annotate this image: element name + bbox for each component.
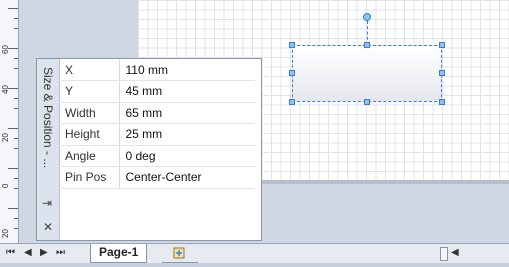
property-value[interactable]: Center-Center <box>119 166 255 189</box>
table-row: Pin Pos Center-Center <box>59 166 255 189</box>
pin-icon[interactable]: ⇥ <box>42 196 52 210</box>
resize-handle-right[interactable] <box>439 70 445 76</box>
table-row: Y 45 mm <box>59 80 255 103</box>
close-icon[interactable]: ✕ <box>43 220 53 234</box>
ruler-label: 0 <box>1 183 10 188</box>
tab-page-1[interactable]: Page-1 <box>90 244 148 263</box>
first-page-icon[interactable]: ⏮ <box>6 247 15 258</box>
previous-page-icon[interactable]: ◀ <box>24 247 32 258</box>
table-row: X 110 mm <box>59 59 255 81</box>
ruler-label: 20 <box>1 133 10 142</box>
panel-title: Size & Position - ... <box>41 67 55 169</box>
scroll-left-icon[interactable]: ◀ <box>451 247 459 258</box>
next-page-icon[interactable]: ▶ <box>40 247 48 258</box>
page-tab-bar: ⏮ ◀ ▶ ⏭ Page-1 ◀ <box>0 243 509 263</box>
property-label: Y <box>59 80 120 103</box>
property-label: Pin Pos <box>59 166 120 189</box>
horizontal-scrollbar-thumb[interactable] <box>440 247 448 261</box>
last-page-icon[interactable]: ⏭ <box>56 247 65 258</box>
panel-title-strip[interactable]: Size & Position - ... ⇥ ✕ <box>37 59 60 240</box>
resize-handle-top-left[interactable] <box>289 42 295 48</box>
rotation-handle[interactable] <box>363 13 371 21</box>
ruler-label: 20 <box>1 229 10 238</box>
property-value[interactable]: 0 deg <box>119 145 255 167</box>
resize-handle-top-right[interactable] <box>439 42 445 48</box>
ruler-label: 60 <box>1 45 10 54</box>
table-row: Height 25 mm <box>59 123 255 146</box>
property-label: Width <box>59 102 120 124</box>
table-row: Width 65 mm <box>59 102 255 124</box>
vertical-ruler: 60 40 20 0 20 <box>0 0 19 243</box>
table-row: Angle 0 deg <box>59 145 255 167</box>
ruler-label: 40 <box>1 85 10 94</box>
selected-rectangle-shape[interactable] <box>292 45 442 102</box>
size-position-panel: Size & Position - ... ⇥ ✕ X 110 mm Y 45 … <box>36 58 262 241</box>
property-value[interactable]: 45 mm <box>119 80 255 103</box>
insert-page-icon[interactable] <box>162 244 198 263</box>
property-label: X <box>59 59 120 81</box>
resize-handle-top[interactable] <box>364 42 370 48</box>
property-label: Angle <box>59 145 120 167</box>
resize-handle-left[interactable] <box>289 70 295 76</box>
property-label: Height <box>59 123 120 146</box>
property-value[interactable]: 65 mm <box>119 102 255 124</box>
resize-handle-bottom[interactable] <box>364 99 370 105</box>
property-value[interactable]: 25 mm <box>119 123 255 146</box>
resize-handle-bottom-left[interactable] <box>289 99 295 105</box>
resize-handle-bottom-right[interactable] <box>439 99 445 105</box>
property-value[interactable]: 110 mm <box>119 59 255 81</box>
properties-table: X 110 mm Y 45 mm Width 65 mm Height 25 m… <box>59 59 255 189</box>
